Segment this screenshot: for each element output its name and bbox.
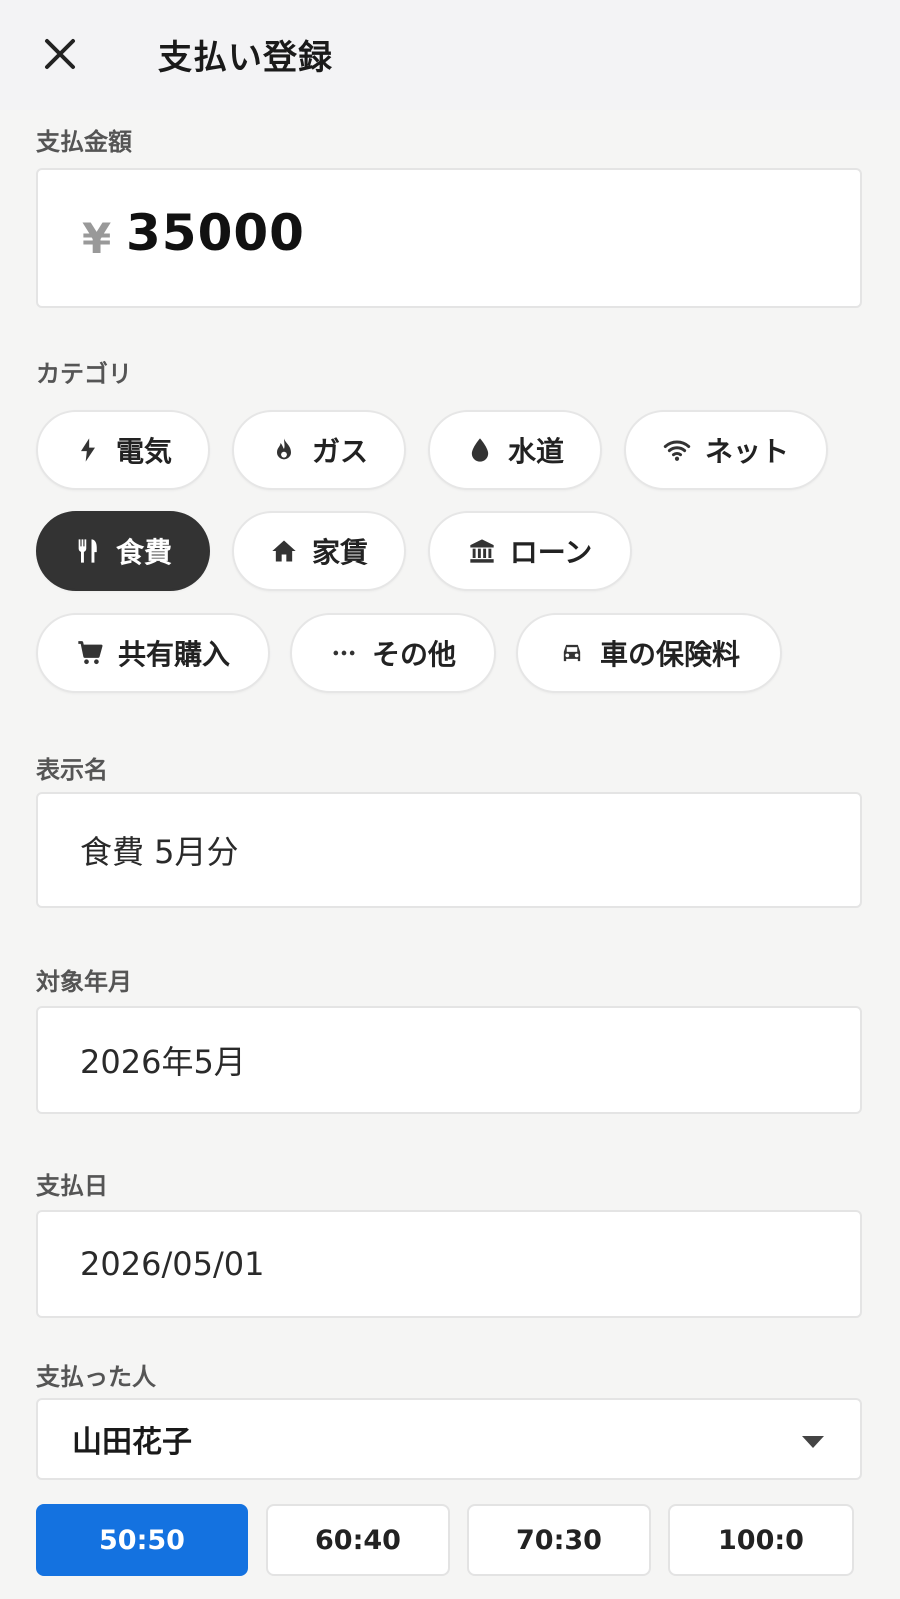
target-month-label: 対象年月 [36,968,132,996]
chip-label: ローン [509,536,593,569]
bolt-icon [80,438,95,462]
dropdown-arrow-icon [802,1436,824,1448]
payment-date-label: 支払日 [36,1172,108,1200]
chip-label: 食費 [115,536,172,569]
page-title: 支払い登録 [158,38,333,78]
close-button[interactable] [38,32,82,76]
split-ratio-70-30[interactable]: 70:30 [467,1504,651,1576]
payer-label: 支払った人 [36,1363,156,1391]
display-name-value: 食費 5月分 [80,833,239,871]
category-chip-rent[interactable]: 家賃 [232,511,406,591]
category-label: カテゴリ [36,360,132,388]
category-chip-shared-purchase[interactable]: 共有購入 [36,613,270,693]
payer-value: 山田花子 [72,1425,192,1460]
flame-icon [276,438,291,460]
chip-label: 共有購入 [117,638,230,671]
category-chip-loan[interactable]: ローン [428,511,632,591]
car-icon [563,644,581,662]
display-name-input[interactable]: 食費 5月分 [36,792,862,908]
category-chip-water[interactable]: 水道 [428,410,602,490]
chip-label: 車の保険料 [599,638,740,671]
target-month-value: 2026年5月 [80,1043,246,1081]
category-chip-car-insurance[interactable]: 車の保険料 [516,613,782,693]
amount-input[interactable]: ¥ 35000 [36,168,862,308]
payment-date-input[interactable]: 2026/05/01 [36,1210,862,1318]
home-icon [272,540,296,562]
chip-label: ネット [704,435,789,468]
category-chip-gas[interactable]: ガス [232,410,406,490]
category-chip-electricity[interactable]: 電気 [36,410,210,490]
chip-label: ガス [311,435,368,468]
display-name-label: 表示名 [36,756,108,784]
target-month-input[interactable]: 2026年5月 [36,1006,862,1114]
bank-icon [470,539,494,563]
chip-label: 家賃 [311,536,368,569]
cart-icon [78,641,103,665]
amount-value: 35000 [126,204,305,262]
currency-symbol: ¥ [82,214,112,263]
water-drop-icon [471,438,489,462]
app-header: 支払い登録 [0,0,900,110]
fork-knife-icon [78,539,97,563]
chip-label: 水道 [507,435,564,468]
split-ratio-100-0[interactable]: 100:0 [668,1504,854,1576]
wifi-icon [663,440,691,461]
category-chip-other[interactable]: その他 [290,613,496,693]
chip-label: 電気 [115,435,172,468]
payment-date-value: 2026/05/01 [80,1245,265,1283]
split-ratio-50-50[interactable]: 50:50 [36,1504,248,1576]
category-chip-internet[interactable]: ネット [624,410,828,490]
close-icon [45,39,75,69]
chip-label: その他 [371,638,456,671]
more-dots-icon [333,650,355,656]
payer-select[interactable]: 山田花子 [36,1398,862,1480]
amount-label: 支払金額 [36,128,132,156]
split-ratio-60-40[interactable]: 60:40 [266,1504,450,1576]
category-chip-food[interactable]: 食費 [36,511,210,591]
